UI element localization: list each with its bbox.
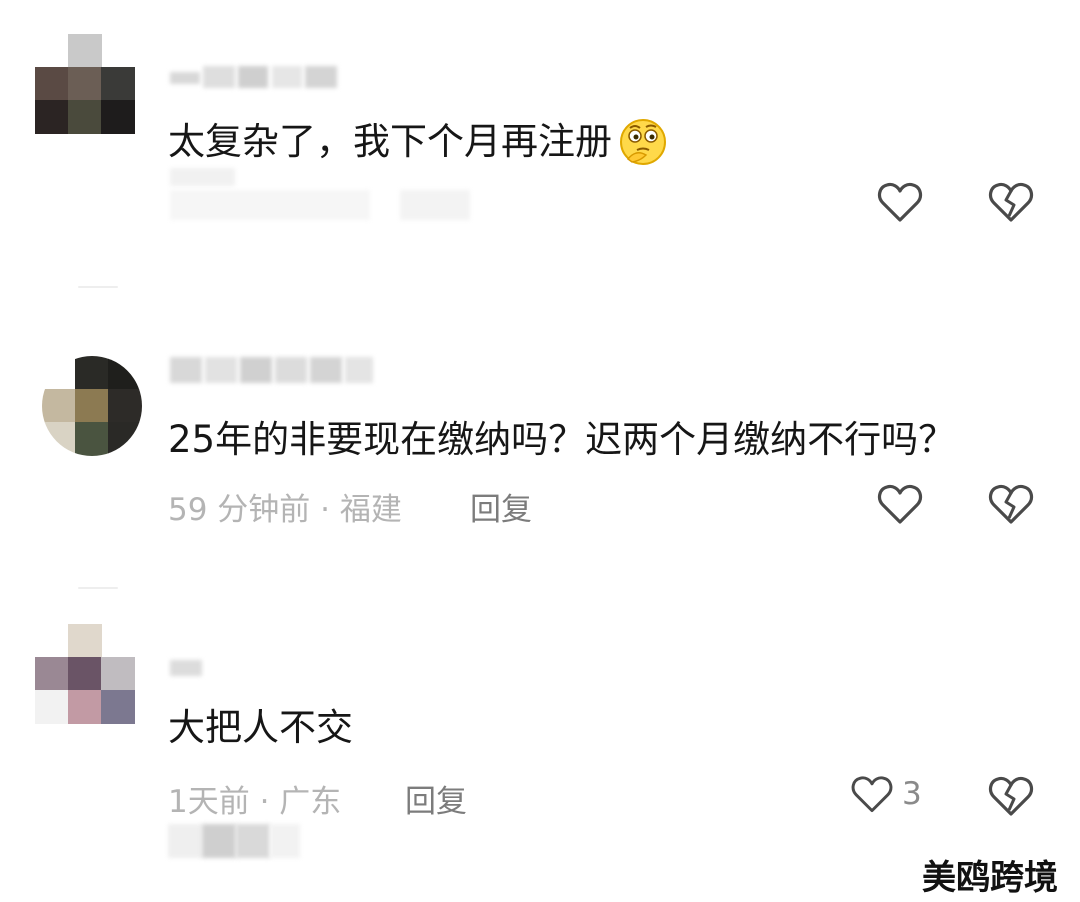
like-count: 3	[902, 776, 922, 812]
divider	[78, 286, 118, 288]
broken-heart-outline-icon[interactable]	[985, 176, 1037, 228]
heart-outline-icon	[848, 770, 896, 818]
comment-meta: 1天前 · 广东	[168, 784, 342, 820]
comment-text: 大把人不交	[168, 706, 353, 749]
avatar[interactable]	[35, 624, 135, 724]
broken-heart-outline-icon[interactable]	[985, 478, 1037, 530]
avatar[interactable]	[35, 34, 135, 134]
like-button[interactable]: 3	[848, 770, 922, 818]
divider	[78, 587, 118, 589]
comment-text: 太复杂了，我下个月再注册	[168, 120, 612, 163]
comment-text: 25年的非要现在缴纳吗？迟两个月缴纳不行吗？	[168, 418, 956, 461]
thinking-emoji-icon	[616, 115, 670, 169]
broken-heart-outline-icon[interactable]	[985, 770, 1037, 822]
heart-outline-icon[interactable]	[874, 478, 926, 530]
heart-outline-icon[interactable]	[874, 176, 926, 228]
reply-button[interactable]: 回复	[405, 776, 467, 821]
reply-button[interactable]: 回复	[470, 484, 532, 529]
watermark: 美鸥跨境	[922, 858, 1058, 898]
avatar[interactable]	[42, 356, 142, 456]
comment-meta: 59 分钟前 · 福建	[168, 492, 402, 528]
